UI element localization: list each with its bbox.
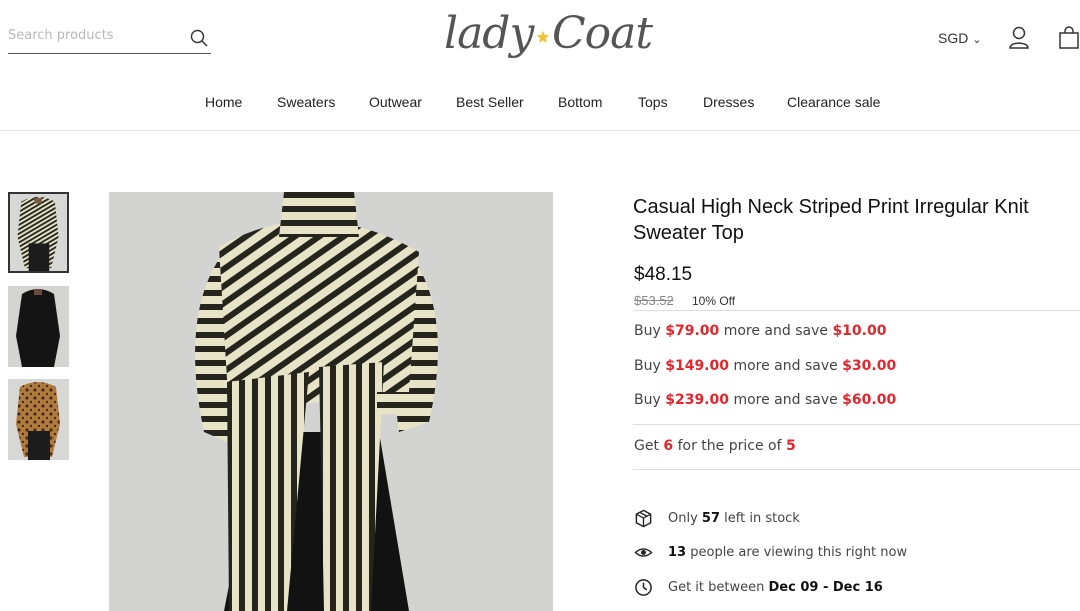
delivery-start: Dec 09 [768, 580, 819, 595]
thumbnail-3[interactable] [8, 379, 69, 460]
bundle-offer: Get 6 for the price of 5 [634, 438, 796, 454]
nav-item-tops[interactable]: Tops [638, 94, 668, 110]
bundle-get-qty: 6 [663, 438, 674, 454]
promo-text: more and save [733, 392, 838, 408]
nav-item-dresses[interactable]: Dresses [703, 94, 754, 110]
nav-item-sweaters[interactable]: Sweaters [277, 94, 335, 110]
compare-price: $53.52 [634, 293, 674, 308]
promo-tier-1: Buy $79.00 more and save $10.00 [634, 323, 886, 339]
product-main-image[interactable] [109, 192, 553, 611]
promo-amount: $149.00 [665, 358, 729, 374]
search-bar[interactable] [8, 26, 211, 54]
promo-save: $30.00 [842, 358, 897, 374]
promo-prefix: Buy [634, 358, 661, 374]
star-icon [536, 30, 550, 43]
promo-prefix: Buy [634, 323, 661, 339]
viewers-suffix: people are viewing this right now [690, 545, 908, 560]
store-logo[interactable]: lady Coat [440, 2, 653, 76]
package-icon [635, 509, 652, 528]
promo-save: $10.00 [832, 323, 887, 339]
user-icon[interactable] [1008, 26, 1030, 50]
promo-amount: $79.00 [665, 323, 720, 339]
product-price: $48.15 [634, 264, 693, 285]
thumbnail-2[interactable] [8, 286, 69, 367]
delivery-prefix: Get it between [668, 580, 765, 595]
search-input[interactable] [8, 28, 178, 43]
promo-prefix: Buy [634, 392, 661, 408]
nav-item-home[interactable]: Home [205, 94, 242, 110]
nav-item-best-seller[interactable]: Best Seller [456, 94, 524, 110]
delivery-separator: - [818, 580, 833, 595]
price-divider [633, 310, 1080, 311]
bundle-prefix: Get [634, 438, 659, 454]
header-divider [0, 130, 1080, 131]
clock-icon [635, 579, 652, 596]
discount-label: 10% Off [692, 294, 736, 308]
stock-prefix: Only [668, 511, 698, 526]
currency-selector[interactable]: SGD ⌄ [938, 30, 982, 46]
nav-item-outwear[interactable]: Outwear [369, 94, 422, 110]
currency-label: SGD [938, 30, 969, 46]
thumbnail-1[interactable] [8, 192, 69, 273]
promo-tier-2: Buy $149.00 more and save $30.00 [634, 358, 896, 374]
shopping-bag-icon[interactable] [1058, 26, 1080, 50]
promo-amount: $239.00 [665, 392, 729, 408]
nav-item-clearance-sale[interactable]: Clearance sale [787, 94, 880, 110]
delivery-end: Dec 16 [832, 580, 883, 595]
eye-icon [634, 548, 653, 557]
product-title: Casual High Neck Striped Print Irregular… [633, 196, 1029, 244]
promo-tier-3: Buy $239.00 more and save $60.00 [634, 392, 896, 408]
stock-suffix: left in stock [724, 511, 800, 526]
viewers-count: 13 [668, 545, 687, 560]
stock-count: 57 [701, 511, 721, 526]
main-nav: Home Sweaters Outwear Best Seller Bottom… [0, 94, 1080, 116]
logo-text-left: lady [444, 8, 534, 59]
logo-text-right: Coat [552, 8, 653, 59]
bundle-text: for the price of [677, 438, 782, 454]
promo-save: $60.00 [842, 392, 897, 408]
bundle-pay-qty: 5 [785, 438, 796, 454]
bundle-divider [633, 469, 1080, 470]
search-icon[interactable] [189, 28, 209, 48]
promo-divider [633, 424, 1080, 425]
nav-item-bottom[interactable]: Bottom [558, 94, 602, 110]
promo-text: more and save [733, 358, 838, 374]
chevron-down-icon: ⌄ [972, 34, 982, 46]
promo-text: more and save [723, 323, 828, 339]
